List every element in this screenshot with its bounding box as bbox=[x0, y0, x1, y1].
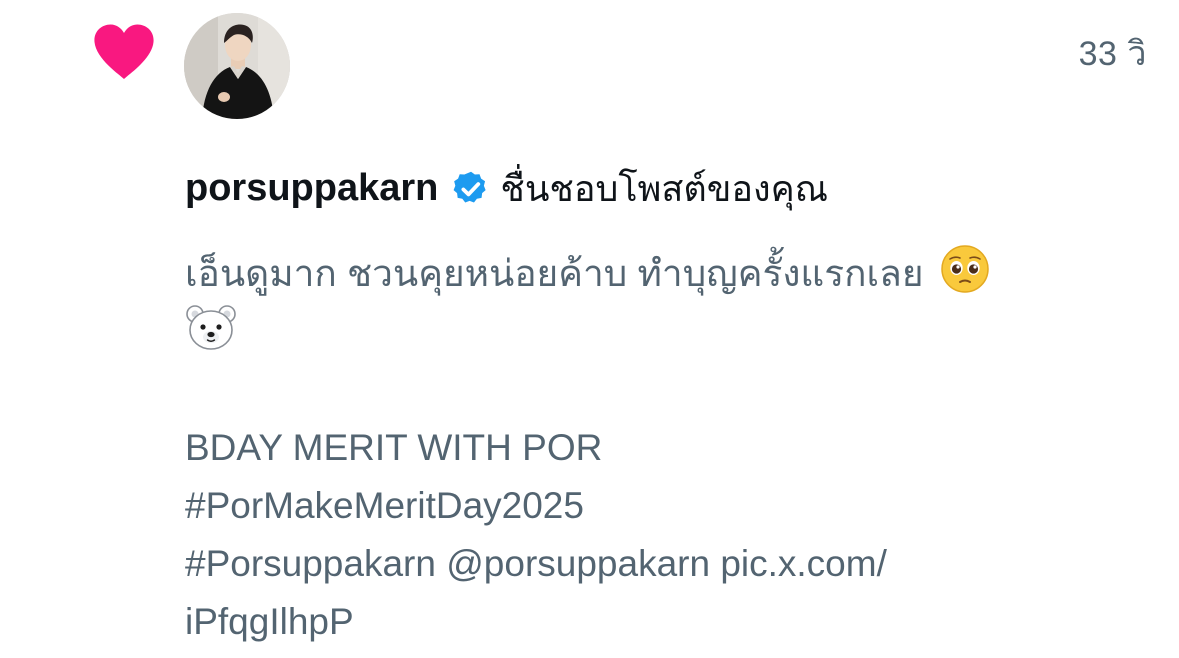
post-link-line: iPfqgIlhpP bbox=[185, 601, 354, 642]
polar-bear-icon bbox=[186, 305, 236, 350]
liker-username[interactable]: porsuppakarn bbox=[185, 167, 438, 210]
verified-badge-icon bbox=[453, 171, 487, 202]
post-line bbox=[185, 303, 1135, 361]
avatar-photo bbox=[184, 13, 290, 119]
pleading-face-icon bbox=[941, 245, 989, 293]
like-action-text: ชื่นชอบโพสต์ของคุณ bbox=[500, 168, 829, 209]
post-line-1: เอ็นดูมาก ชวนคุยหน่อยค้าบ ทำบุญครั้งแรกเ… bbox=[185, 253, 924, 294]
post-line-3: BDAY MERIT WITH POR bbox=[185, 427, 603, 468]
post-line: เอ็นดูมาก ชวนคุยหน่อยค้าบ ทำบุญครั้งแรกเ… bbox=[185, 244, 1135, 303]
avatar[interactable] bbox=[184, 13, 290, 119]
heart-icon bbox=[94, 24, 154, 79]
post-hashtag-line: #PorMakeMeritDay2025 bbox=[185, 485, 584, 526]
timestamp: 33 วิ bbox=[1078, 35, 1147, 73]
liker-line: porsuppakarn ชื่นชอบโพสต์ของคุณ bbox=[185, 160, 828, 217]
post-text[interactable]: เอ็นดูมาก ชวนคุยหน่อยค้าบ ทำบุญครั้งแรกเ… bbox=[185, 244, 1135, 651]
like-notification[interactable]: 33 วิ porsuppakarn ชื่นชอบโพสต์ของคุณ เอ… bbox=[0, 0, 1179, 658]
post-hashtag-mention-line: #Porsuppakarn @porsuppakarn pic.x.com/ bbox=[185, 543, 887, 584]
